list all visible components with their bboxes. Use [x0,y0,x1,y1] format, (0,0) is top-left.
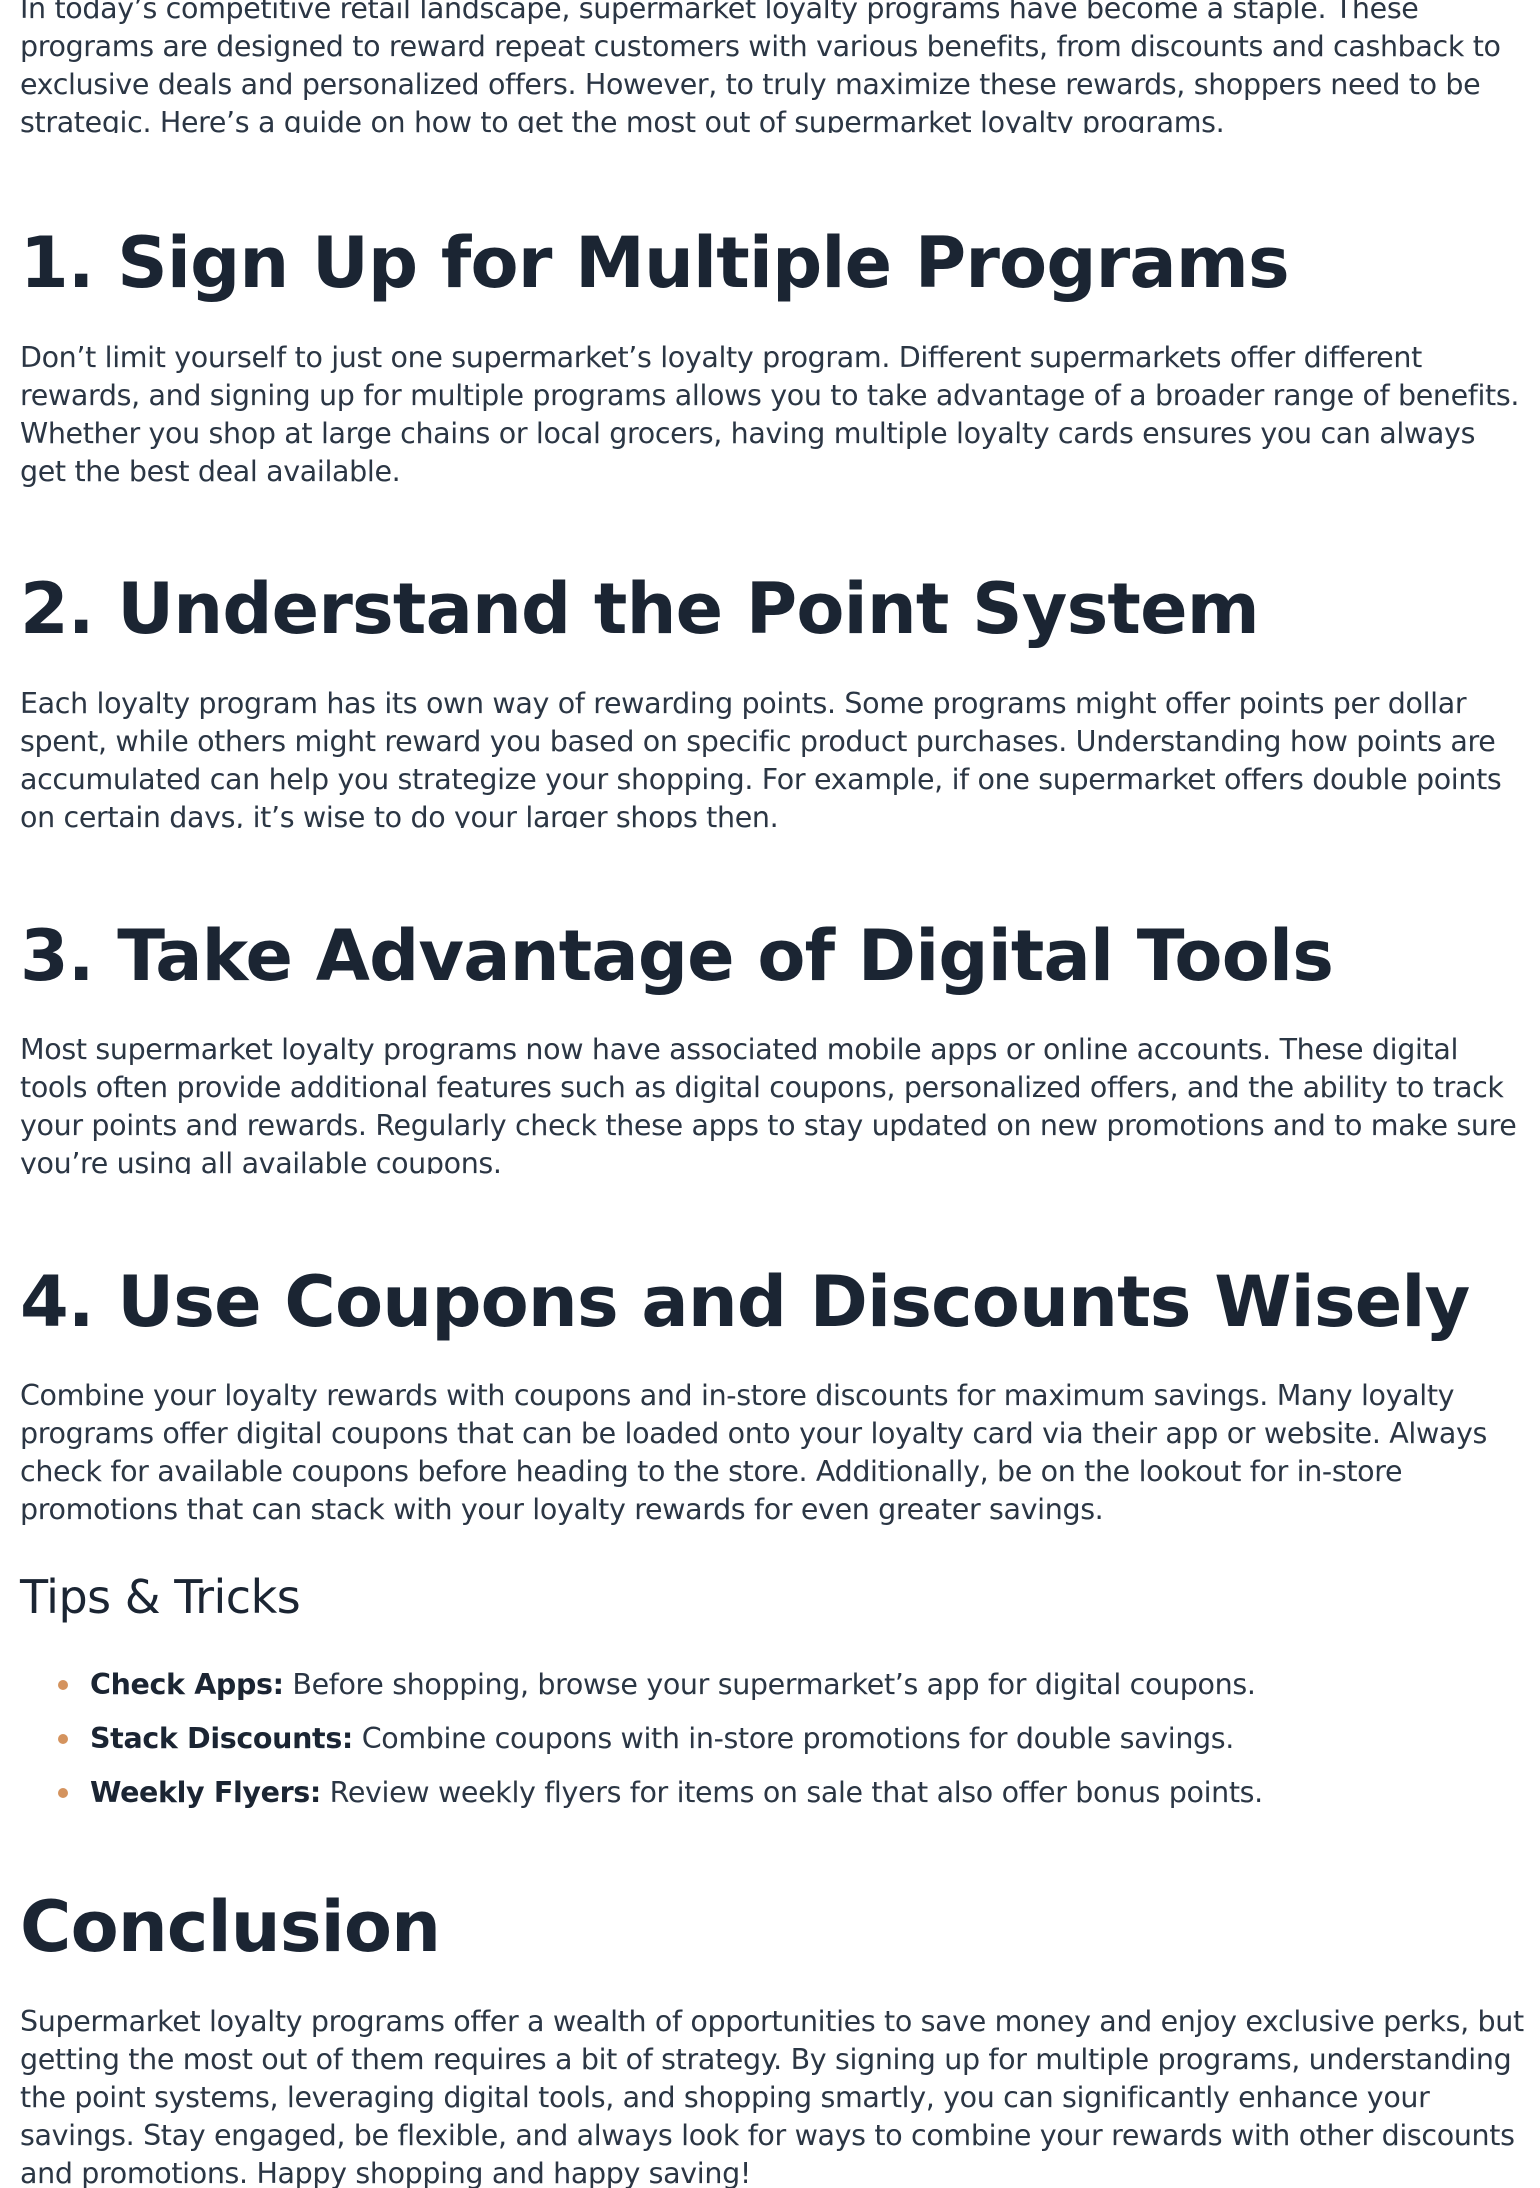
conclusion-heading: Conclusion [20,1886,441,1968]
section-3-body: Most supermarket loyalty programs now ha… [20,1033,1517,1174]
tip-item-check-apps: Check Apps: Before shopping, browse your… [20,1666,1525,1720]
section-1-heading: 1. Sign Up for Multiple Programs [20,222,1290,304]
section-3-heading: 3. Take Advantage of Digital Tools [20,915,1334,997]
section-2-heading: 2. Understand the Point System [20,568,1260,650]
tip-label: Stack Discounts: [90,1722,353,1755]
section-1-body: Don’t limit yourself to just one superma… [20,341,1520,488]
tip-label: Weekly Flyers: [90,1776,321,1808]
bullet-icon [58,1680,68,1690]
tip-text: Combine coupons with in-store promotions… [352,1722,1235,1755]
tip-text: Review weekly flyers for items on sale t… [320,1776,1264,1808]
tip-label: Check Apps: [90,1668,284,1701]
intro-paragraph: In today’s competitive retail landscape,… [20,0,1501,133]
tip-text: Before shopping, browse your supermarket… [283,1668,1256,1701]
tip-item-stack-discounts: Stack Discounts: Combine coupons with in… [20,1720,1525,1774]
section-2-body: Each loyalty program has its own way of … [20,687,1502,828]
bullet-icon [58,1788,68,1798]
tip-item-weekly-flyers: Weekly Flyers: Review weekly flyers for … [20,1774,1525,1808]
conclusion-body: Supermarket loyalty programs offer a wea… [20,2005,1524,2188]
tips-list: Check Apps: Before shopping, browse your… [20,1666,1525,1808]
bullet-icon [58,1734,68,1744]
section-4-heading: 4. Use Coupons and Discounts Wisely [20,1261,1470,1343]
section-4-body: Combine your loyalty rewards with coupon… [20,1379,1488,1526]
tips-heading: Tips & Tricks [20,1570,301,1624]
